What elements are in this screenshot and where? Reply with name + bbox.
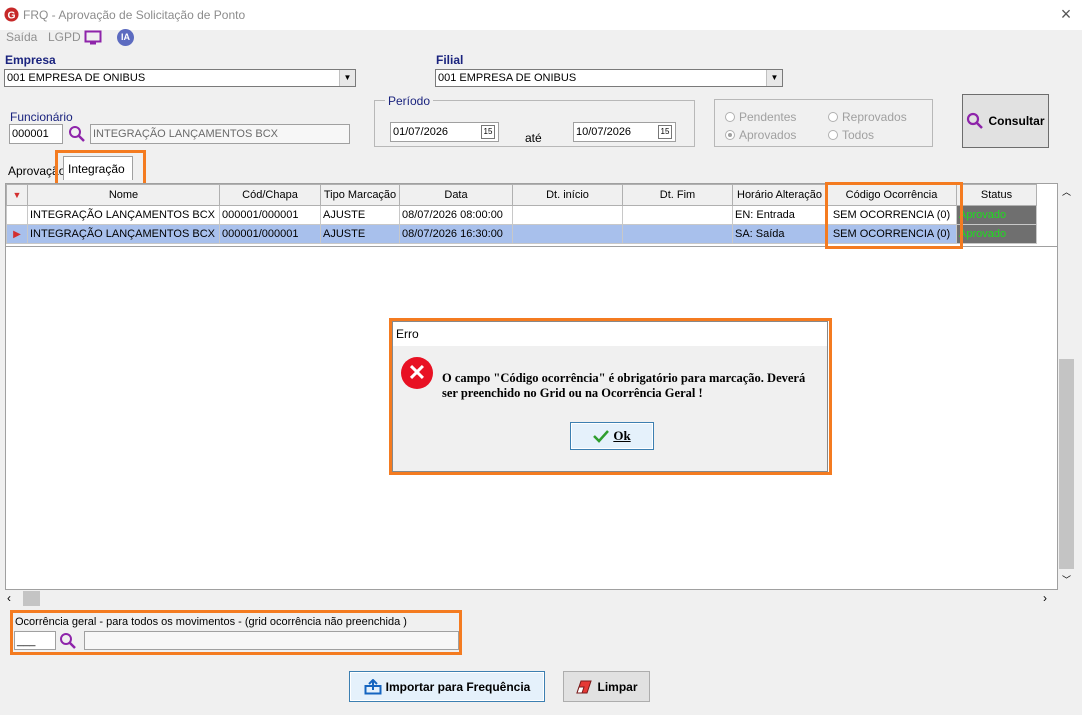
funcionario-label: Funcionário [10, 110, 73, 124]
radio-reprovados[interactable]: Reprovados [828, 110, 907, 124]
ia-badge-label: IA [121, 32, 130, 42]
row-pointer-icon: ▶ [13, 229, 21, 240]
ia-assistant-button[interactable]: IA [117, 29, 134, 46]
scrollbar-thumb[interactable] [1059, 359, 1074, 569]
calendar-icon[interactable]: 15 [481, 125, 495, 139]
cell-horario-alteracao[interactable]: EN: Entrada [732, 205, 827, 225]
grid-header-cod-chapa[interactable]: Cód/Chapa [219, 184, 321, 206]
cell-dt-inicio[interactable] [512, 224, 623, 244]
scrollbar-thumb[interactable] [23, 591, 40, 606]
row-indicator[interactable]: ▶ [6, 224, 28, 244]
grid-header-nome[interactable]: Nome [27, 184, 220, 206]
importar-label: Importar para Frequência [385, 679, 531, 694]
radio-circle [828, 130, 838, 140]
cell-cod-chapa[interactable]: 000001/000001 [219, 205, 321, 225]
horizontal-scrollbar[interactable]: ‹ › [5, 590, 1058, 607]
grid-header-horario-alteracao[interactable]: Horário Alteração [732, 184, 827, 206]
upload-icon [364, 678, 382, 694]
empresa-select[interactable]: 001 EMPRESA DE ONIBUS ▼ [4, 69, 356, 87]
sort-down-icon: ▼ [12, 190, 22, 200]
grid-header-indicator[interactable]: ▼ [6, 184, 28, 206]
cell-dt-inicio[interactable] [512, 205, 623, 225]
radio-circle [725, 112, 735, 122]
funcionario-code-value: 000001 [12, 128, 49, 140]
radio-aprovados-label: Aprovados [739, 128, 797, 142]
periodo-end-value: 10/07/2026 [576, 126, 632, 138]
grid-header-dt-fim[interactable]: Dt. Fim [622, 184, 733, 206]
chevron-down-icon[interactable]: ▼ [766, 70, 782, 86]
search-icon[interactable] [68, 125, 86, 143]
highlight-ocorrencia-geral [10, 610, 462, 655]
radio-pendentes[interactable]: Pendentes [725, 110, 796, 124]
radio-todos[interactable]: Todos [828, 128, 874, 142]
importar-frequencia-button[interactable]: Importar para Frequência [349, 671, 545, 702]
window-title: FRQ - Aprovação de Solicitação de Ponto [23, 8, 246, 22]
filial-label: Filial [436, 53, 464, 67]
vertical-scrollbar[interactable]: ︿ ﹀ [1058, 183, 1075, 590]
periodo-label: Período [385, 94, 434, 108]
cell-horario-alteracao[interactable]: SA: Saída [732, 224, 827, 244]
highlight-codigo-ocorrencia [825, 182, 963, 249]
chevron-up-icon[interactable]: ︿ [1060, 185, 1073, 198]
periodo-start-value: 01/07/2026 [393, 126, 449, 138]
grid-header-tipo-marcacao[interactable]: Tipo Marcação [320, 184, 400, 206]
calendar-icon[interactable]: 15 [658, 125, 672, 139]
menu-lgpd[interactable]: LGPD [48, 30, 81, 44]
limpar-button[interactable]: Limpar [563, 671, 650, 702]
cell-status[interactable]: Aprovado [956, 224, 1037, 244]
radio-reprovados-label: Reprovados [842, 110, 907, 124]
consultar-label: Consultar [988, 114, 1045, 128]
funcionario-code-input[interactable]: 000001 [9, 124, 63, 144]
radio-aprovados[interactable]: Aprovados [725, 128, 796, 142]
grid-header-status[interactable]: Status [956, 184, 1037, 206]
cell-dt-fim[interactable] [622, 224, 733, 244]
cell-data[interactable]: 08/07/2026 08:00:00 [399, 205, 513, 225]
row-indicator[interactable] [6, 205, 28, 225]
radio-circle [828, 112, 838, 122]
monitor-icon[interactable] [84, 30, 102, 46]
cell-status[interactable]: Aprovado [956, 205, 1037, 225]
eraser-icon [576, 680, 593, 693]
radio-circle-checked [725, 130, 735, 140]
cell-data[interactable]: 08/07/2026 16:30:00 [399, 224, 513, 244]
chevron-left-icon[interactable]: ‹ [7, 591, 11, 605]
cell-nome[interactable]: INTEGRAÇÃO LANÇAMENTOS BCX [27, 205, 220, 225]
svg-text:G: G [7, 10, 15, 21]
cell-cod-chapa[interactable]: 000001/000001 [219, 224, 321, 244]
filial-value: 001 EMPRESA DE ONIBUS [438, 72, 577, 84]
empresa-value: 001 EMPRESA DE ONIBUS [7, 72, 146, 84]
limpar-label: Limpar [597, 679, 638, 694]
cell-tipo-marcacao[interactable]: AJUSTE [320, 205, 400, 225]
consultar-button[interactable]: Consultar [962, 94, 1049, 148]
chevron-down-icon[interactable]: ﹀ [1060, 573, 1073, 586]
menu-saida[interactable]: Saída [6, 30, 37, 44]
cell-nome[interactable]: INTEGRAÇÃO LANÇAMENTOS BCX [27, 224, 220, 244]
app-logo-icon: G [4, 7, 19, 22]
cell-dt-fim[interactable] [622, 205, 733, 225]
search-icon [967, 112, 984, 129]
grid-header-data[interactable]: Data [399, 184, 513, 206]
filial-select[interactable]: 001 EMPRESA DE ONIBUS ▼ [435, 69, 783, 87]
highlight-error-dialog [389, 318, 832, 475]
radio-pendentes-label: Pendentes [739, 110, 797, 124]
funcionario-name-value: INTEGRAÇÃO LANÇAMENTOS BCX [93, 128, 278, 140]
funcionario-name-field: INTEGRAÇÃO LANÇAMENTOS BCX [90, 124, 350, 144]
cell-tipo-marcacao[interactable]: AJUSTE [320, 224, 400, 244]
close-window-button[interactable]: × [1058, 4, 1074, 25]
grid-header-dt-inicio[interactable]: Dt. início [512, 184, 623, 206]
chevron-down-icon[interactable]: ▼ [339, 70, 355, 86]
empresa-label: Empresa [5, 53, 56, 67]
chevron-right-icon[interactable]: › [1043, 591, 1047, 605]
title-bar: G FRQ - Aprovação de Solicitação de Pont… [0, 0, 1082, 30]
radio-todos-label: Todos [842, 128, 875, 142]
periodo-ate-label: até [525, 131, 542, 145]
